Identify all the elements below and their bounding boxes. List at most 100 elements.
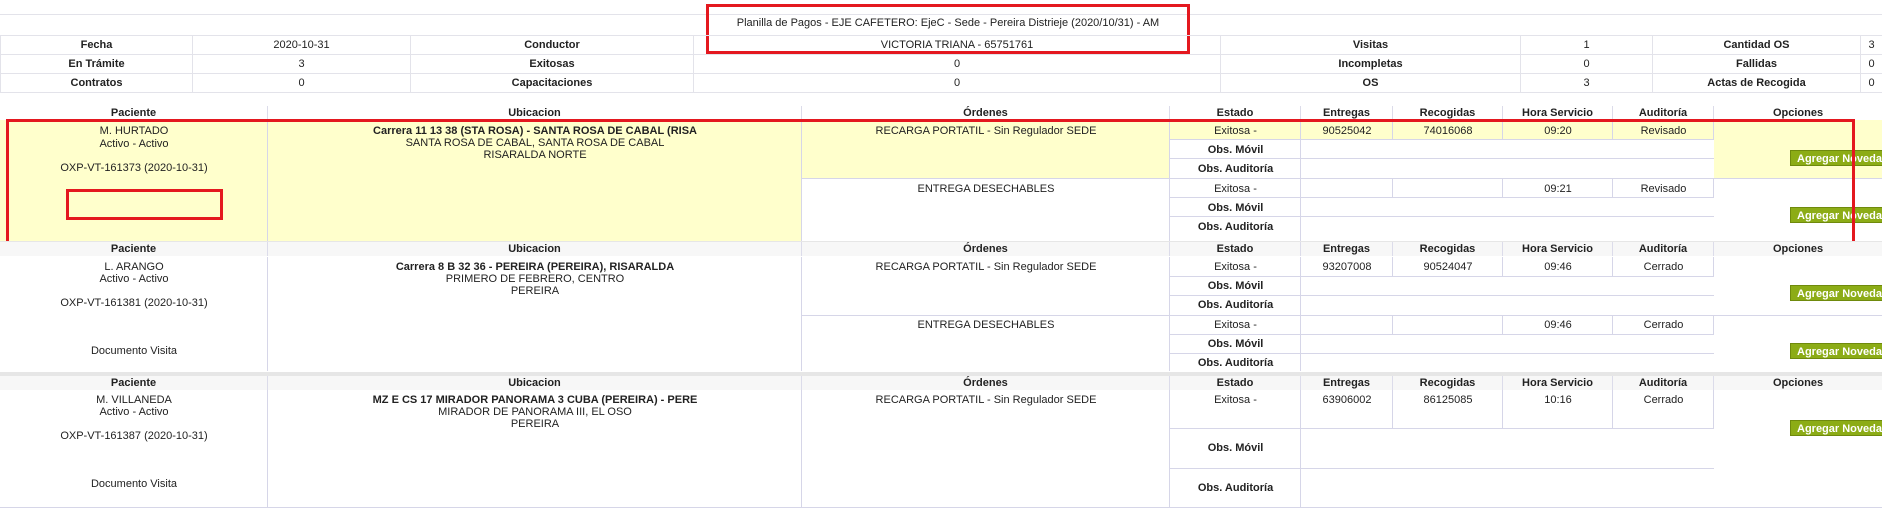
- row-divider: [802, 315, 1882, 316]
- header-paciente: Paciente: [0, 376, 268, 390]
- order-recogidas: 86125085: [1423, 394, 1473, 406]
- header-auditoria: Auditoría: [1613, 376, 1714, 390]
- records-header: Paciente Ubicacion Órdenes Estado Entreg…: [0, 241, 1882, 256]
- header-opciones: Opciones: [1772, 377, 1824, 389]
- order-hora: 09:46: [1544, 319, 1572, 331]
- summary-label: OS: [1220, 73, 1521, 93]
- address-line: MZ E CS 17 MIRADOR PANORAMA 3 CUBA (PERE…: [372, 394, 698, 406]
- address-city: PEREIRA: [510, 285, 560, 297]
- agregar-novedad-button[interactable]: Agregar Novedad: [1790, 420, 1882, 436]
- header-opciones: Opciones: [1772, 107, 1824, 119]
- header-paciente: Paciente: [0, 242, 268, 256]
- order-auditoria: Cerrado: [1643, 394, 1684, 406]
- summary-value: 0: [1860, 73, 1882, 93]
- order-estado: Exitosa -: [1214, 261, 1257, 273]
- order-entregas: 63906002: [1322, 394, 1372, 406]
- obs-auditoria-label: Obs. Auditoría: [1197, 357, 1274, 369]
- address-city: PEREIRA: [510, 418, 560, 430]
- summary-value: VICTORIA TRIANA - 65751761: [693, 35, 1221, 55]
- row-divider: [1170, 276, 1714, 277]
- summary-table: Fecha 2020-10-31 Conductor VICTORIA TRIA…: [0, 35, 1882, 93]
- order-auditoria: Cerrado: [1643, 319, 1684, 331]
- header-recogidas: Recogidas: [1393, 376, 1503, 390]
- header-ordenes: Órdenes: [802, 106, 1170, 120]
- order-hora: 10:16: [1544, 394, 1572, 406]
- order-name: ENTREGA DESECHABLES: [917, 319, 1055, 331]
- header-entregas: Entregas: [1301, 242, 1393, 256]
- service-order-id: OXP-VT-161387 (2020-10-31): [60, 430, 208, 442]
- header-auditoria: Auditoría: [1613, 106, 1714, 120]
- obs-auditoria-label: Obs. Auditoría: [1197, 482, 1274, 494]
- header-recogidas: Recogidas: [1393, 106, 1503, 120]
- patient-status: Activo - Activo: [99, 273, 169, 285]
- summary-row: En Trámite 3 Exitosas 0 Incompletas 0 Fa…: [0, 54, 1882, 74]
- address-line: Carrera 8 B 32 36 - PEREIRA (PEREIRA), R…: [395, 261, 675, 273]
- header-ubicacion: Ubicacion: [268, 376, 802, 390]
- obs-movil-label: Obs. Móvil: [1207, 280, 1264, 292]
- summary-value: 3: [1520, 73, 1653, 93]
- summary-label: Capacitaciones: [410, 73, 694, 93]
- row-divider: [1170, 353, 1714, 354]
- summary-row: Contratos 0 Capacitaciones 0 OS 3 Actas …: [0, 73, 1882, 93]
- summary-label: Fecha: [0, 35, 193, 55]
- col-divider: [802, 257, 1170, 371]
- obs-auditoria-label: Obs. Auditoría: [1197, 299, 1274, 311]
- summary-label: Actas de Recogida: [1652, 73, 1861, 93]
- header-hora-servicio: Hora Servicio: [1503, 106, 1613, 120]
- summary-value: 2020-10-31: [192, 35, 411, 55]
- summary-label: Incompletas: [1220, 54, 1521, 74]
- row-divider: [0, 507, 1882, 508]
- obs-movil-label: Obs. Móvil: [1207, 338, 1264, 350]
- order-estado: Exitosa -: [1214, 319, 1257, 331]
- summary-value: 3: [192, 54, 411, 74]
- summary-label: Fallidas: [1652, 54, 1861, 74]
- document-link[interactable]: Documento Visita: [0, 478, 268, 490]
- agregar-novedad-button[interactable]: Agregar Novedad: [1790, 343, 1882, 359]
- summary-label: Visitas: [1220, 35, 1521, 55]
- summary-row: Fecha 2020-10-31 Conductor VICTORIA TRIA…: [0, 35, 1882, 55]
- header-ubicacion: Ubicacion: [268, 106, 802, 120]
- document-highlight-box: [66, 189, 223, 220]
- summary-value: 3: [1860, 35, 1882, 55]
- order-name: RECARGA PORTATIL - Sin Regulador SEDE: [875, 261, 1097, 273]
- header-estado: Estado: [1170, 242, 1301, 256]
- header-recogidas: Recogidas: [1393, 242, 1503, 256]
- row-divider: [1170, 428, 1714, 429]
- summary-value: 0: [693, 54, 1221, 74]
- summary-label: Contratos: [0, 73, 193, 93]
- summary-label: Cantidad OS: [1652, 35, 1861, 55]
- document-link[interactable]: Documento Visita: [0, 345, 268, 357]
- header-hora-servicio: Hora Servicio: [1503, 242, 1613, 256]
- header-estado: Estado: [1170, 106, 1301, 120]
- summary-value: 1: [1520, 35, 1653, 55]
- header-estado: Estado: [1170, 376, 1301, 390]
- records-header: Paciente Ubicacion Órdenes Estado Entreg…: [0, 106, 1882, 120]
- record-highlight-box: [6, 119, 1855, 244]
- patient-status: Activo - Activo: [99, 406, 169, 418]
- col-divider: [1393, 315, 1503, 334]
- summary-value: 0: [1520, 54, 1653, 74]
- summary-value: 0: [192, 73, 411, 93]
- summary-label: En Trámite: [0, 54, 193, 74]
- order-auditoria: Cerrado: [1643, 261, 1684, 273]
- row-divider: [1170, 295, 1714, 296]
- header-ordenes: Órdenes: [802, 376, 1170, 390]
- header-entregas: Entregas: [1301, 376, 1393, 390]
- patient-name: L. ARANGO: [104, 261, 164, 273]
- order-recogidas: 90524047: [1423, 261, 1473, 273]
- order-hora: 09:46: [1544, 261, 1572, 273]
- header-paciente: Paciente: [0, 106, 268, 120]
- record-row: M. VILLANEDA Activo - Activo OXP-VT-1613…: [0, 390, 1882, 508]
- col-divider: [1301, 315, 1393, 334]
- record-row: L. ARANGO Activo - Activo OXP-VT-161381 …: [0, 257, 1882, 371]
- obs-movil-label: Obs. Móvil: [1207, 442, 1264, 454]
- summary-label: Conductor: [410, 35, 694, 55]
- order-entregas: 93207008: [1322, 261, 1372, 273]
- order-estado: Exitosa -: [1214, 394, 1257, 406]
- patient-name: M. VILLANEDA: [96, 394, 172, 406]
- address-neighborhood: PRIMERO DE FEBRERO, CENTRO: [445, 273, 625, 285]
- row-divider: [1170, 334, 1714, 335]
- agregar-novedad-button[interactable]: Agregar Novedad: [1790, 285, 1882, 301]
- address-neighborhood: MIRADOR DE PANORAMA III, EL OSO: [438, 406, 632, 418]
- service-order-id: OXP-VT-161381 (2020-10-31): [60, 297, 208, 309]
